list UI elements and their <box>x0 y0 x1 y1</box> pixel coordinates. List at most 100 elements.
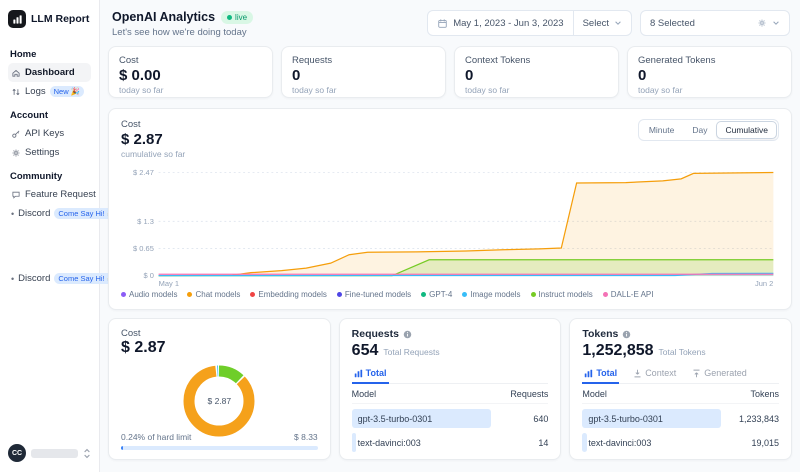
table-row: gpt-3.5-turbo-0301 1,233,843 <box>582 409 779 428</box>
toggle-day[interactable]: Day <box>683 121 716 139</box>
sidebar-item-label: Settings <box>25 147 59 158</box>
tokens-total: 1,252,858 <box>582 342 653 360</box>
legend-dot-icon <box>337 292 342 297</box>
hard-limit-progress-fill <box>121 446 123 450</box>
user-account-switcher[interactable]: CC <box>8 444 91 462</box>
chart-sub: cumulative so far <box>121 149 185 159</box>
stat-card-context-tokens: Context Tokens 0 today so far <box>454 46 619 98</box>
sidebar-item-label: Discord <box>18 208 50 219</box>
stat-card-requests: Requests 0 today so far <box>281 46 446 98</box>
legend-item: Image models <box>462 290 520 299</box>
legend-dot-icon <box>603 292 608 297</box>
date-preset-select[interactable]: Select <box>574 11 631 35</box>
tab-context[interactable]: Context <box>631 366 678 384</box>
bar-chart-logo-icon <box>12 14 23 25</box>
bar-chart-icon <box>584 369 593 378</box>
table-row: text-davinci:003 14 <box>352 433 549 452</box>
live-dot-icon <box>227 15 232 20</box>
page-header: OpenAI Analytics live Let's see how we'r… <box>108 8 792 46</box>
svg-text:$ 0.65: $ 0.65 <box>133 244 154 253</box>
model-name: gpt-3.5-turbo-0301 <box>582 414 663 424</box>
info-icon[interactable] <box>622 330 631 339</box>
legend-item: Chat models <box>187 290 240 299</box>
model-name: text-davinci:003 <box>582 438 651 448</box>
row-value: 1,233,843 <box>727 414 779 424</box>
gear-icon <box>757 18 767 28</box>
svg-text:$ 1.3: $ 1.3 <box>137 217 154 226</box>
sidebar-item-logs[interactable]: Logs New 🎉 <box>8 82 91 101</box>
cost-breakdown-card: Cost $ 2.87 $ 2.87 0.24% of hard limit $… <box>108 318 331 460</box>
bullet-icon: • <box>11 209 14 219</box>
sidebar-item-feature-request[interactable]: Feature Request <box>8 185 91 204</box>
svg-text:$ 0: $ 0 <box>143 271 153 280</box>
tab-total[interactable]: Total <box>582 366 619 384</box>
sidebar-item-label: Feature Request <box>25 189 96 200</box>
chart-total: $ 2.87 <box>121 131 185 148</box>
section-title-account: Account <box>10 110 89 121</box>
date-range-value: May 1, 2023 - Jun 3, 2023 <box>453 18 563 29</box>
sidebar: LLM Report Home Dashboard Logs New 🎉 Acc… <box>0 0 100 472</box>
cost-breakdown-label: Cost <box>121 328 318 339</box>
legend-item: DALL-E API <box>603 290 654 299</box>
chart-granularity-toggle: Minute Day Cumulative <box>638 119 779 141</box>
legend-item: Embedding models <box>250 290 326 299</box>
tokens-title: Tokens <box>582 328 618 340</box>
tab-total[interactable]: Total <box>352 366 389 384</box>
hard-limit-footer: 0.24% of hard limit $ 8.33 <box>121 432 318 450</box>
sidebar-item-api-keys[interactable]: API Keys <box>8 124 91 143</box>
info-icon[interactable] <box>403 330 412 339</box>
live-badge: live <box>221 11 253 24</box>
sidebar-item-discord-1[interactable]: • Discord Come Say Hi! 👋 <box>8 204 91 223</box>
section-title-community: Community <box>10 171 89 182</box>
tokens-total-sub: Total Tokens <box>659 347 706 357</box>
sidebar-item-discord-2[interactable]: • Discord Come Say Hi! 👋 <box>8 269 91 288</box>
models-select[interactable]: 8 Selected <box>640 10 790 36</box>
arrow-up-icon <box>692 369 701 378</box>
sidebar-item-label: Dashboard <box>25 67 75 78</box>
chevron-down-icon <box>614 19 622 27</box>
app-window: LLM Report Home Dashboard Logs New 🎉 Acc… <box>0 0 800 472</box>
hard-limit-percent: 0.24% of hard limit <box>121 432 191 442</box>
legend-dot-icon <box>250 292 255 297</box>
date-range-picker[interactable]: May 1, 2023 - Jun 3, 2023 <box>428 11 572 35</box>
tab-generated[interactable]: Generated <box>690 366 749 384</box>
page-title: OpenAI Analytics <box>112 10 215 24</box>
legend-item: Instruct models <box>531 290 593 299</box>
calendar-icon <box>437 18 448 29</box>
svg-text:Jun 2: Jun 2 <box>755 279 773 288</box>
tokens-table-header: Model Tokens <box>582 384 779 404</box>
stat-cards-row: Cost $ 0.00 today so far Requests 0 toda… <box>108 46 792 98</box>
app-logo[interactable]: LLM Report <box>8 10 91 28</box>
sidebar-item-label: Logs <box>25 86 46 97</box>
requests-title: Requests <box>352 328 399 340</box>
row-value: 14 <box>496 438 548 448</box>
svg-text:$ 2.47: $ 2.47 <box>133 168 154 177</box>
toggle-cumulative[interactable]: Cumulative <box>716 121 777 139</box>
legend-dot-icon <box>421 292 426 297</box>
cost-chart-card: Cost $ 2.87 cumulative so far Minute Day… <box>108 108 792 310</box>
bottom-cards-row: Cost $ 2.87 $ 2.87 0.24% of hard limit $… <box>108 318 792 460</box>
legend-dot-icon <box>121 292 126 297</box>
requests-card: Requests 654 Total Requests Total <box>339 318 562 460</box>
main-content: OpenAI Analytics live Let's see how we'r… <box>100 0 800 472</box>
svg-text:May 1: May 1 <box>159 279 179 288</box>
home-icon <box>11 68 21 78</box>
chevrons-up-down-icon <box>83 448 91 459</box>
hard-limit-progress <box>121 446 318 450</box>
sidebar-item-dashboard[interactable]: Dashboard <box>8 63 91 82</box>
requests-total-sub: Total Requests <box>383 347 439 357</box>
toggle-minute[interactable]: Minute <box>640 121 684 139</box>
stat-card-cost: Cost $ 0.00 today so far <box>108 46 273 98</box>
avatar: CC <box>8 444 26 462</box>
arrow-down-icon <box>633 369 642 378</box>
row-value: 640 <box>496 414 548 424</box>
table-row: text-davinci:003 19,015 <box>582 433 779 452</box>
legend-item: Audio models <box>121 290 177 299</box>
cost-chart-plot: $ 0 $ 0.65 $ 1.3 $ 2.47 May 1 Jun 2 <box>121 163 779 289</box>
sidebar-item-settings[interactable]: Settings <box>8 143 91 162</box>
chat-bubble-icon <box>11 190 21 200</box>
model-name: text-davinci:003 <box>352 438 421 448</box>
sidebar-item-label: API Keys <box>25 128 64 139</box>
app-logo-icon <box>8 10 26 28</box>
page-subtitle: Let's see how we're doing today <box>112 27 253 38</box>
